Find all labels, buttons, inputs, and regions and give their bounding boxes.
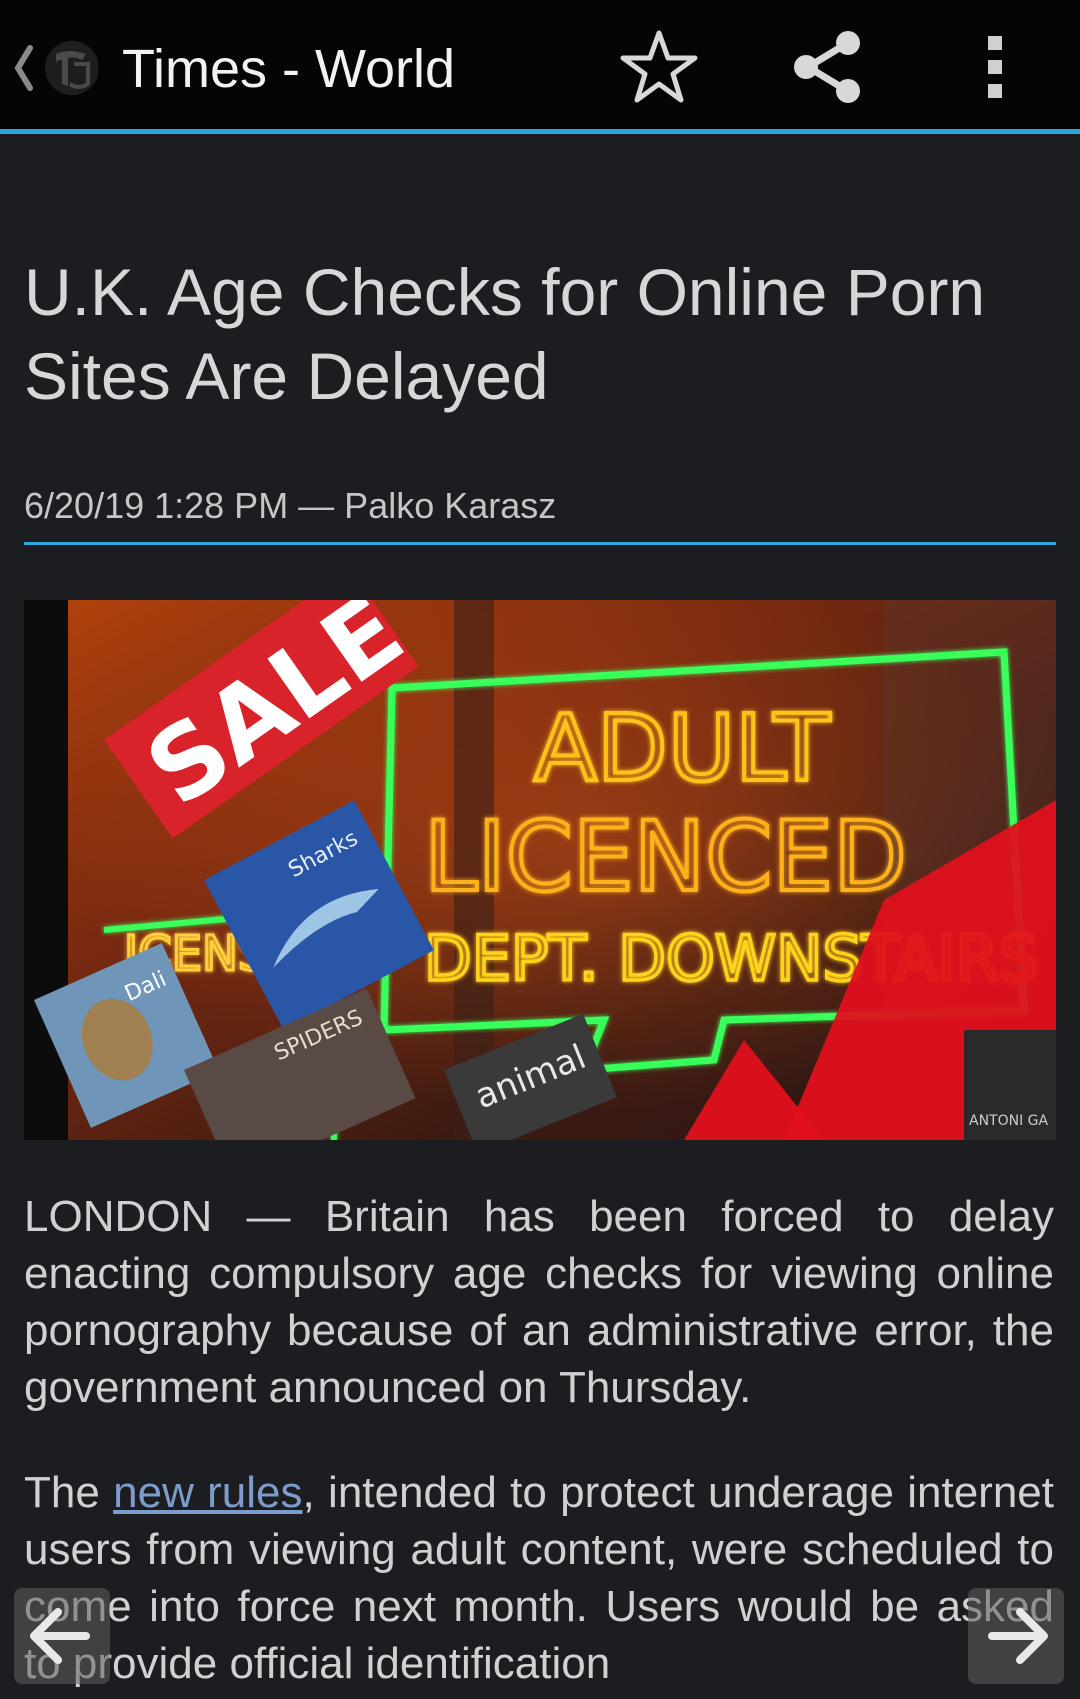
share-icon xyxy=(794,31,860,103)
article-paragraph: LONDON — Britain has been forced to dela… xyxy=(24,1192,1054,1412)
svg-text:ANTONI GA: ANTONI GA xyxy=(969,1113,1049,1129)
article-paragraph: The new rules, intended to protect under… xyxy=(24,1464,1054,1692)
favorite-button[interactable] xyxy=(620,28,698,106)
divider xyxy=(24,542,1056,545)
next-article-button[interactable] xyxy=(968,1588,1064,1684)
article-dateline: 6/20/19 1:28 PM — Palko Karasz xyxy=(24,485,557,526)
neon-text-adult: ADULT xyxy=(534,695,831,802)
share-button[interactable] xyxy=(792,30,864,104)
article-photo[interactable]: ADULT LICENCED DEPT. DOWNSTAIRS ICENSE S… xyxy=(24,600,1056,1140)
neon-sign-photo: ADULT LICENCED DEPT. DOWNSTAIRS ICENSE S… xyxy=(24,600,1056,1140)
arrow-right-icon xyxy=(988,1608,1048,1664)
back-button[interactable] xyxy=(8,34,99,104)
article-headline: U.K. Age Checks for Online Porn Sites Ar… xyxy=(24,255,986,413)
previous-article-button[interactable] xyxy=(14,1588,110,1684)
overflow-menu-button[interactable] xyxy=(980,34,1010,100)
corner-book: ANTONI GA xyxy=(964,1030,1056,1140)
app-title: Times - World xyxy=(122,39,456,99)
new-rules-link[interactable]: new rules xyxy=(113,1468,302,1517)
paragraph-text: The xyxy=(24,1468,114,1517)
nyt-logo-icon xyxy=(45,41,99,95)
back-chevron-icon xyxy=(14,41,99,95)
overflow-menu-icon xyxy=(988,36,1002,98)
action-bar: Times - World xyxy=(0,0,1080,134)
star-outline-icon xyxy=(620,30,698,103)
neon-text-licenced: LICENCED xyxy=(424,801,907,913)
arrow-left-icon xyxy=(30,1608,90,1664)
